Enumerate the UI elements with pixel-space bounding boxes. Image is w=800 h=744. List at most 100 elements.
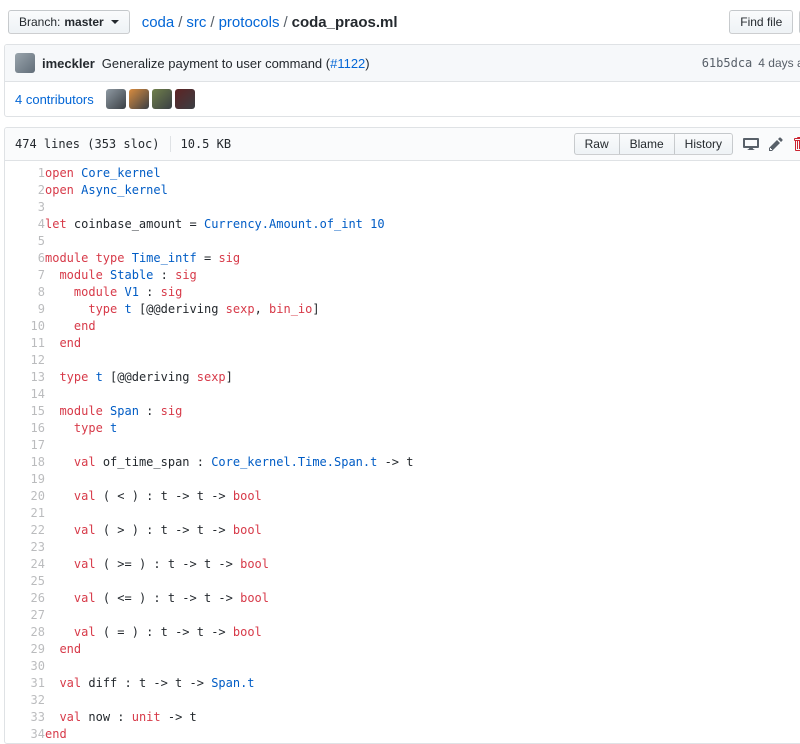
contributor-avatar[interactable] (151, 89, 172, 109)
line-number[interactable]: 16 (5, 420, 45, 437)
line-number[interactable]: 29 (5, 641, 45, 658)
line-number[interactable]: 32 (5, 692, 45, 709)
latest-commit-bar: imeckler Generalize payment to user comm… (5, 45, 800, 82)
line-number[interactable]: 18 (5, 454, 45, 471)
breadcrumb-link-repo[interactable]: coda (142, 14, 175, 31)
blame-button[interactable]: Blame (618, 133, 675, 155)
code-line: 34 end (5, 726, 800, 743)
contributor-avatar[interactable] (128, 89, 149, 109)
code-line: 10 end (5, 318, 800, 335)
code-line: 16 type t (5, 420, 800, 437)
line-number[interactable]: 24 (5, 556, 45, 573)
line-number[interactable]: 8 (5, 284, 45, 301)
line-number[interactable]: 17 (5, 437, 45, 454)
breadcrumb-file-name: coda_praos.ml (291, 13, 398, 31)
code-line: 23 (5, 539, 800, 556)
commit-author-avatar[interactable] (15, 53, 35, 73)
contributor-avatars (105, 89, 195, 109)
line-number[interactable]: 1 (5, 165, 45, 182)
code-line-content (45, 233, 800, 250)
code-line: 7 module Stable : sig (5, 267, 800, 284)
code-line-content (45, 573, 800, 590)
line-number[interactable]: 34 (5, 726, 45, 743)
code-line: 25 (5, 573, 800, 590)
line-number[interactable]: 28 (5, 624, 45, 641)
line-number[interactable]: 15 (5, 403, 45, 420)
code-line-content: module type Time_intf = sig (45, 251, 241, 265)
code-line: 9 type t [@@deriving sexp, bin_io] (5, 301, 800, 318)
line-number[interactable]: 14 (5, 386, 45, 403)
commit-message-link[interactable]: Generalize payment to user command (#112… (102, 56, 370, 71)
code-line-content (45, 352, 800, 369)
line-number[interactable]: 4 (5, 216, 45, 233)
file-actions: Raw Blame History (573, 133, 800, 155)
code-line: 21 (5, 505, 800, 522)
line-number[interactable]: 11 (5, 335, 45, 352)
code-line-content: type t [@@deriving sexp] (59, 370, 233, 384)
open-in-desktop-icon[interactable] (743, 137, 759, 151)
breadcrumb-link-src[interactable]: src (186, 14, 206, 31)
delete-trash-icon[interactable] (793, 136, 800, 152)
line-number[interactable]: 26 (5, 590, 45, 607)
page-container: Branch: master coda / src / protocols / coda_p… (0, 0, 800, 744)
code-line-content (45, 539, 800, 556)
code-line: 13 type t [@@deriving sexp] (5, 369, 800, 386)
line-number[interactable]: 5 (5, 233, 45, 250)
code-line: 18 val of_time_span : Core_kernel.Time.S… (5, 454, 800, 471)
raw-button[interactable]: Raw (573, 133, 620, 155)
code-line-content: module Stable : sig (59, 268, 197, 282)
line-number[interactable]: 33 (5, 709, 45, 726)
edit-pencil-icon[interactable] (769, 136, 783, 152)
code-line: 2 open Async_kernel (5, 182, 800, 199)
branch-select-button[interactable]: Branch: master (8, 10, 130, 34)
line-number[interactable]: 6 (5, 250, 45, 267)
line-number[interactable]: 23 (5, 539, 45, 556)
file-box: 474 lines (353 sloc) 10.5 KB Raw Blame H… (4, 127, 800, 744)
line-number[interactable]: 9 (5, 301, 45, 318)
code-line-content: val ( < ) : t -> t -> bool (73, 489, 262, 503)
file-navigation: Branch: master coda / src / protocols / coda_p… (4, 8, 800, 44)
breadcrumb-separator: / (178, 13, 183, 31)
code-line-content: end (59, 336, 82, 350)
line-number[interactable]: 25 (5, 573, 45, 590)
line-number[interactable]: 27 (5, 607, 45, 624)
line-number[interactable]: 12 (5, 352, 45, 369)
commit-sha-link[interactable]: 61b5dca (702, 56, 753, 70)
code-line: 15 module Span : sig (5, 403, 800, 420)
code-line-content: type t (73, 421, 118, 435)
line-number[interactable]: 7 (5, 267, 45, 284)
find-file-button[interactable]: Find file (729, 10, 794, 34)
code-line: 4 let coinbase_amount = Currency.Amount.o… (5, 216, 800, 233)
code-line-content: val now : unit -> t (59, 710, 197, 724)
line-number[interactable]: 30 (5, 658, 45, 675)
commit-box: imeckler Generalize payment to user comm… (4, 44, 800, 117)
line-number[interactable]: 3 (5, 199, 45, 216)
code-line: 29 end (5, 641, 800, 658)
code-line-content: val ( <= ) : t -> t -> bool (73, 591, 269, 605)
contributors-link[interactable]: 4 contributors (15, 92, 94, 107)
code-line-content: module V1 : sig (73, 285, 183, 299)
breadcrumb-link-protocols[interactable]: protocols (219, 14, 280, 31)
code-line-content: val diff : t -> t -> Span.t (59, 676, 255, 690)
line-number[interactable]: 21 (5, 505, 45, 522)
breadcrumb-separator: / (210, 13, 215, 31)
line-number[interactable]: 2 (5, 182, 45, 199)
code-line: 32 (5, 692, 800, 709)
code-line: 3 (5, 199, 800, 216)
line-number[interactable]: 10 (5, 318, 45, 335)
code-line: 20 val ( < ) : t -> t -> bool (5, 488, 800, 505)
code-line: 30 (5, 658, 800, 675)
contributor-avatar[interactable] (174, 89, 195, 109)
line-number[interactable]: 31 (5, 675, 45, 692)
line-number[interactable]: 13 (5, 369, 45, 386)
issue-reference-link[interactable]: #1122 (330, 56, 365, 71)
commit-author-link[interactable]: imeckler (42, 56, 95, 71)
code-line: 14 (5, 386, 800, 403)
line-number[interactable]: 19 (5, 471, 45, 488)
history-button[interactable]: History (673, 133, 733, 155)
contributor-avatar[interactable] (105, 89, 126, 109)
code-line: 27 (5, 607, 800, 624)
file-header: 474 lines (353 sloc) 10.5 KB Raw Blame H… (5, 128, 800, 161)
line-number[interactable]: 22 (5, 522, 45, 539)
line-number[interactable]: 20 (5, 488, 45, 505)
